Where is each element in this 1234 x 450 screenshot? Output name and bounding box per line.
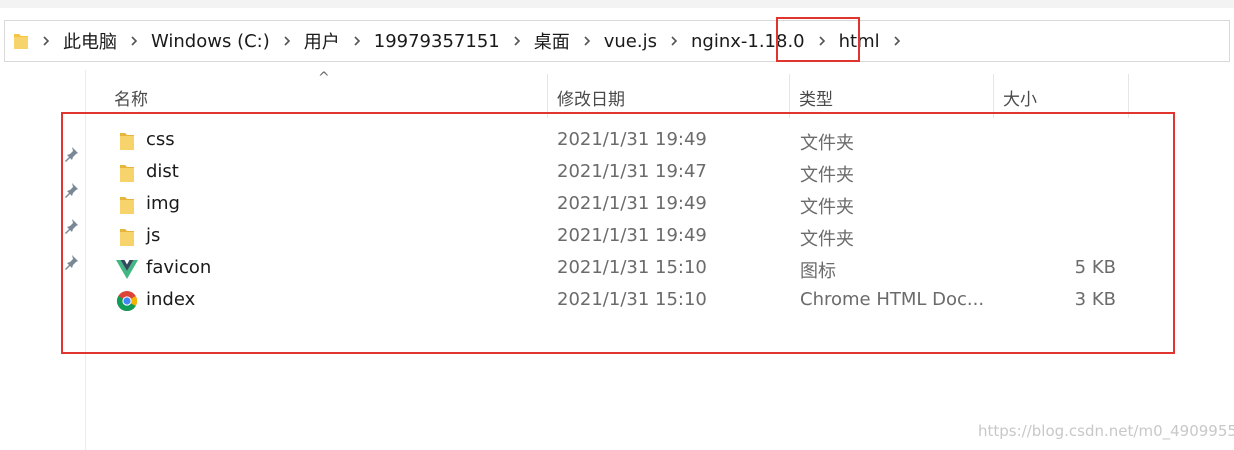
sort-ascending-icon: ^ [318, 70, 330, 86]
chevron-right-icon[interactable] [580, 34, 594, 48]
file-list-highlight [61, 112, 1175, 354]
column-header-date[interactable]: 修改日期 [557, 85, 625, 110]
chevron-right-icon[interactable] [39, 34, 53, 48]
breadcrumb-item-vuejs[interactable]: vue.js [604, 31, 657, 52]
watermark: https://blog.csdn.net/m0_49099550 [978, 422, 1234, 440]
breadcrumb-item-desktop[interactable]: 桌面 [534, 28, 570, 54]
chevron-right-icon[interactable] [127, 34, 141, 48]
breadcrumb-item-drive-c[interactable]: Windows (C:) [151, 31, 270, 52]
address-bar[interactable]: 此电脑 Windows (C:) 用户 19979357151 桌面 vue.j… [4, 20, 1230, 62]
current-folder-highlight [776, 17, 860, 62]
chevron-right-icon[interactable] [667, 34, 681, 48]
chevron-right-icon[interactable] [350, 34, 364, 48]
column-header-size[interactable]: 大小 [1003, 85, 1037, 110]
chevron-right-icon[interactable] [510, 34, 524, 48]
folder-icon [14, 34, 28, 49]
chevron-right-icon[interactable] [890, 34, 904, 48]
breadcrumb-item-user-folder[interactable]: 19979357151 [374, 31, 500, 52]
chevron-right-icon[interactable] [280, 34, 294, 48]
breadcrumb-item-this-pc[interactable]: 此电脑 [63, 28, 117, 54]
column-header-name[interactable]: 名称 [114, 85, 148, 110]
window-top-strip [0, 0, 1234, 8]
breadcrumb-item-users[interactable]: 用户 [304, 28, 340, 54]
column-header-type[interactable]: 类型 [799, 85, 833, 110]
